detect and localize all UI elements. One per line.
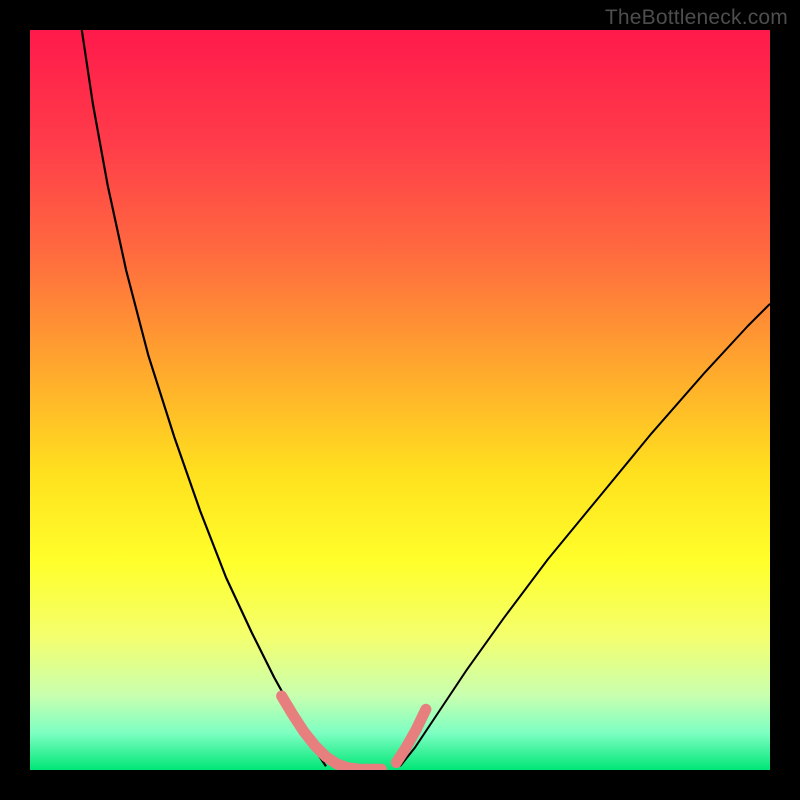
series-right-branch xyxy=(400,304,770,767)
chart-frame: TheBottleneck.com xyxy=(0,0,800,800)
watermark-text: TheBottleneck.com xyxy=(605,6,788,30)
series-left-branch xyxy=(82,30,326,766)
chart-curves xyxy=(30,30,770,770)
plot-area xyxy=(30,30,770,770)
series-left-marker-cluster xyxy=(282,696,382,769)
series-right-marker-cluster xyxy=(396,709,426,762)
